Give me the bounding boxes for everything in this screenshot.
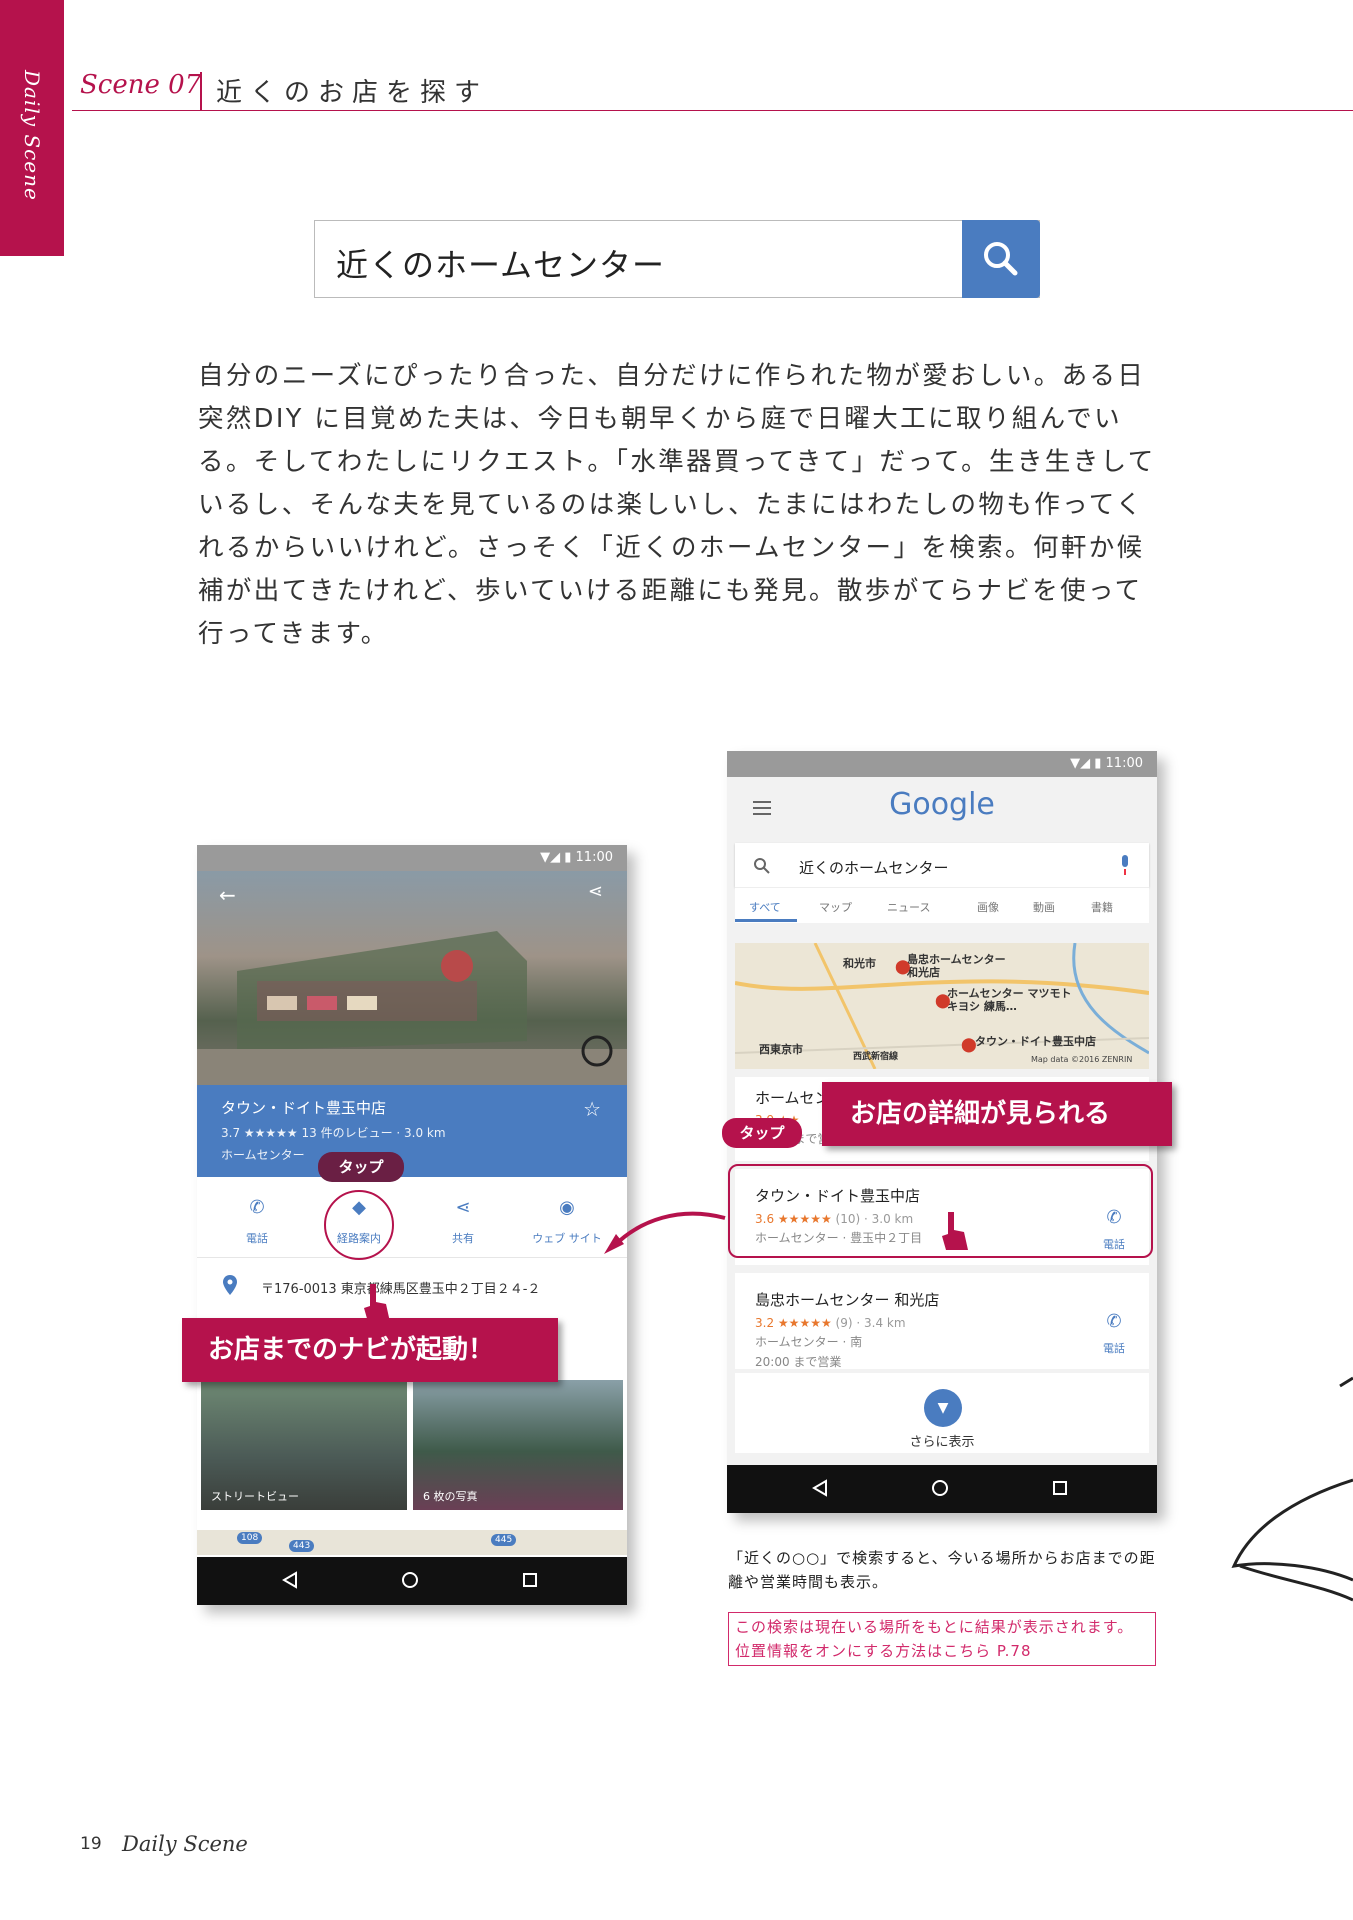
tab-books[interactable]: 書籍 bbox=[1091, 899, 1113, 915]
header-rule bbox=[72, 110, 1353, 111]
street-view-thumb[interactable]: ストリートビュー bbox=[201, 1380, 407, 1510]
route-badge: 443 bbox=[289, 1540, 315, 1552]
share-icon: ⋖ bbox=[455, 1197, 471, 1218]
tap-highlight-ring bbox=[324, 1190, 394, 1260]
side-tab: Daily Scene bbox=[0, 0, 64, 256]
tap-label-right: タップ bbox=[722, 1118, 802, 1148]
tap-label-left: タップ bbox=[318, 1152, 404, 1182]
recents-nav-icon[interactable] bbox=[1051, 1479, 1069, 1497]
photos-thumb[interactable]: 6 枚の写真 bbox=[413, 1380, 623, 1510]
scene-title: 近くのお店を探す bbox=[216, 78, 489, 108]
side-tab-label: Daily Scene bbox=[20, 70, 44, 201]
share-icon[interactable]: ⋖ bbox=[588, 881, 603, 902]
map-label: 和光市 bbox=[843, 957, 876, 970]
android-nav-bar bbox=[727, 1465, 1157, 1513]
back-nav-icon[interactable] bbox=[811, 1479, 829, 1497]
result-name: 島忠ホームセンター 和光店 bbox=[755, 1291, 940, 1309]
curved-arrow bbox=[604, 1211, 726, 1254]
hand-pointer-icon bbox=[942, 1212, 968, 1250]
status-time: 11:00 bbox=[1105, 756, 1143, 771]
result-item[interactable]: 島忠ホームセンター 和光店 3.2 ★★★★★ (9) · 3.4 km ホーム… bbox=[735, 1273, 1149, 1369]
status-time: 11:00 bbox=[575, 850, 613, 865]
place-category: ホームセンター bbox=[221, 1148, 305, 1162]
store-photo: ← ⋖ bbox=[197, 871, 627, 1085]
search-icon bbox=[754, 858, 770, 874]
tab-underline bbox=[735, 919, 797, 922]
callout-detail: お店の詳細が見られる bbox=[822, 1082, 1172, 1146]
status-bar: ▼◢ ▮ 11:00 bbox=[197, 845, 627, 871]
map-pin-icon[interactable]: ⬤ bbox=[895, 959, 911, 975]
star-icon[interactable]: ☆ bbox=[583, 1097, 601, 1121]
share-action[interactable]: ⋖ 共有 bbox=[413, 1197, 513, 1246]
place-rating: 3.7 ★★★★★ 13 件のレビュー · 3.0 km bbox=[221, 1126, 446, 1140]
tab-all[interactable]: すべて bbox=[749, 899, 781, 915]
result-hours: 20:00 まで営業 bbox=[755, 1355, 842, 1369]
result-name: ホームセン bbox=[755, 1089, 830, 1107]
search-icon bbox=[984, 242, 1018, 276]
results-map[interactable]: 和光市 島忠ホームセンター 和光店 ホームセンター マツモトキヨシ 練馬… 西東… bbox=[735, 943, 1149, 1069]
chevron-down-icon[interactable]: ▼ bbox=[924, 1389, 962, 1427]
home-nav-icon[interactable] bbox=[931, 1479, 949, 1497]
result-stars: ★★★★★ bbox=[777, 1316, 832, 1330]
map-strip: 108 443 445 bbox=[197, 1530, 627, 1555]
route-badge: 108 bbox=[237, 1532, 263, 1544]
place-card: タウン・ドイト豊玉中店 3.7 ★★★★★ 13 件のレビュー · 3.0 km… bbox=[197, 1085, 627, 1177]
screenshot-caption: 「近くの○○」で検索すると、今いる場所からお店までの距離や営業時間も表示。 bbox=[728, 1549, 1156, 1591]
back-arrow-icon[interactable]: ← bbox=[219, 883, 236, 907]
search-tabs bbox=[735, 887, 1149, 923]
recents-nav-icon[interactable] bbox=[521, 1571, 539, 1589]
location-note[interactable]: この検索は現在いる場所をもとに結果が表示されます。位置情報をオンにする方法はこち… bbox=[728, 1612, 1156, 1666]
map-label: ホームセンター マツモトキヨシ 練馬… bbox=[947, 987, 1072, 1013]
map-label: タウン・ドイト豊玉中店 bbox=[975, 1035, 1096, 1048]
location-pin-icon bbox=[223, 1275, 237, 1295]
more-results-label[interactable]: さらに表示 bbox=[727, 1431, 1157, 1450]
header-divider bbox=[200, 72, 202, 110]
call-action[interactable]: ✆ 電話 bbox=[207, 1197, 307, 1246]
tab-maps[interactable]: マップ bbox=[819, 899, 852, 915]
photos-label: 6 枚の写真 bbox=[423, 1490, 478, 1503]
decorative-sketch bbox=[1231, 1376, 1353, 1602]
result-score: 3.2 bbox=[755, 1316, 775, 1330]
result-meta: (9) · 3.4 km bbox=[835, 1316, 906, 1330]
google-query: 近くのホームセンター bbox=[799, 859, 949, 877]
map-attribution: Map data ©2016 ZENRIN bbox=[1031, 1055, 1133, 1064]
left-phone-screenshot: ▼◢ ▮ 11:00 ← ⋖ タウン・ドイト豊玉中店 3.7 ★★★★★ 13 … bbox=[197, 845, 627, 1605]
microphone-icon[interactable] bbox=[1119, 855, 1131, 875]
route-badge: 445 bbox=[491, 1534, 517, 1546]
android-nav-bar bbox=[197, 1557, 627, 1605]
phone-icon: ✆ bbox=[249, 1197, 265, 1218]
tab-videos[interactable]: 動画 bbox=[1033, 899, 1055, 915]
tab-images[interactable]: 画像 bbox=[977, 899, 999, 915]
share-label: 共有 bbox=[452, 1232, 474, 1245]
back-nav-icon[interactable] bbox=[281, 1571, 299, 1589]
footer-label: Daily Scene bbox=[122, 1832, 248, 1856]
place-name: タウン・ドイト豊玉中店 bbox=[221, 1099, 387, 1117]
tab-news[interactable]: ニュース bbox=[887, 899, 930, 915]
body-paragraph: 自分のニーズにぴったり合った、自分だけに作られた物が愛おしい。ある日突然DIY … bbox=[198, 361, 1156, 649]
map-pin-icon[interactable]: ⬤ bbox=[935, 993, 951, 1009]
page-number: 19 bbox=[80, 1834, 102, 1854]
scene-number: Scene 07 bbox=[80, 70, 202, 100]
website-label: ウェブ サイト bbox=[532, 1232, 602, 1245]
result-line: ホームセンター · 南 bbox=[755, 1335, 863, 1349]
map-label: 西武新宿線 bbox=[853, 1052, 899, 1062]
hand-pointer-icon bbox=[364, 1284, 390, 1322]
search-button[interactable] bbox=[962, 220, 1040, 298]
map-label: 島忠ホームセンター 和光店 bbox=[907, 953, 1006, 979]
call-button[interactable]: ✆ 電話 bbox=[1103, 1311, 1125, 1356]
call-label: 電話 bbox=[1103, 1342, 1125, 1355]
home-nav-icon[interactable] bbox=[401, 1571, 419, 1589]
google-logo: Google bbox=[889, 787, 995, 822]
call-label: 電話 bbox=[246, 1232, 268, 1245]
callout-navi: お店までのナビが起動！ bbox=[182, 1318, 558, 1382]
address-row[interactable]: 〒176-0013 東京都練馬区豊玉中２丁目２４-２ bbox=[197, 1257, 627, 1319]
phone-icon: ✆ bbox=[1106, 1311, 1122, 1332]
search-query: 近くのホームセンター bbox=[336, 246, 666, 284]
map-pin-icon[interactable]: ⬤ bbox=[961, 1037, 977, 1053]
map-label: 西東京市 bbox=[759, 1043, 803, 1056]
street-view-label: ストリートビュー bbox=[211, 1490, 299, 1503]
status-bar: ▼◢ ▮ 11:00 bbox=[727, 751, 1157, 777]
